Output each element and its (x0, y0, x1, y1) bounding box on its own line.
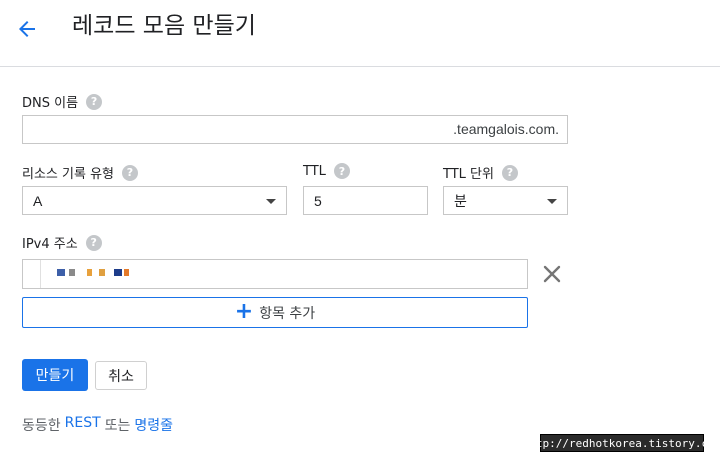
ttl-input[interactable]: 5 (303, 186, 428, 215)
record-type-label-text: 리소스 기록 유형 (22, 167, 114, 182)
redaction-mask (99, 269, 105, 276)
rest-link[interactable]: REST (65, 415, 101, 435)
ttl-unit-value: 분 (454, 192, 467, 209)
page-title: 레코드 모음 만들기 (72, 13, 256, 39)
help-icon[interactable]: ? (501, 164, 518, 181)
command-line-link[interactable]: 명령줄 (134, 415, 173, 435)
ttl-label: TTL ? (303, 163, 350, 179)
ipv4-input[interactable] (22, 259, 528, 289)
dropdown-caret-icon (547, 199, 557, 204)
equivalent-footer: 동등한 REST 또는 명령줄 (22, 415, 173, 435)
redaction-mask (87, 269, 92, 276)
arrow-back-icon (19, 21, 35, 37)
dns-name-label-text: DNS 이름 (22, 96, 79, 111)
record-type-label: 리소스 기록 유형 ? (22, 163, 138, 182)
back-button[interactable] (10, 12, 44, 46)
create-button[interactable]: 만들기 (22, 359, 88, 391)
ipv4-label-text: IPv4 주소 (22, 237, 78, 252)
dropdown-caret-icon (266, 199, 276, 204)
dns-name-suffix: .teamgalois.com. (453, 121, 559, 137)
footer-middle: 또는 (104, 418, 131, 434)
dns-name-input[interactable]: .teamgalois.com. (22, 115, 568, 144)
ipv4-input-edge (23, 260, 41, 288)
page-header: 레코드 모음 만들기 (0, 0, 720, 67)
help-icon[interactable]: ? (122, 164, 138, 181)
redaction-mask (69, 269, 75, 276)
watermark: http://redhotkorea.tistory.com (523, 434, 720, 452)
close-icon (543, 265, 561, 283)
redaction-mask (57, 269, 65, 276)
help-icon[interactable]: ? (86, 93, 103, 110)
redaction-mask (124, 269, 129, 276)
ttl-unit-select[interactable]: 분 (443, 186, 568, 215)
ttl-value: 5 (314, 192, 322, 209)
redaction-mask (114, 269, 122, 276)
record-type-value: A (33, 192, 43, 209)
ipv4-label: IPv4 주소 ? (22, 233, 102, 252)
footer-prefix: 동등한 (22, 418, 61, 434)
remove-item-button[interactable] (540, 262, 564, 286)
help-icon[interactable]: ? (85, 234, 102, 251)
add-item-label: 항목 추가 (259, 305, 316, 322)
ttl-unit-label: TTL 단위 ? (443, 163, 518, 182)
help-icon[interactable]: ? (333, 163, 350, 179)
ttl-unit-label-text: TTL 단위 (443, 167, 494, 182)
record-type-select[interactable]: A (22, 186, 287, 215)
ttl-label-text: TTL (303, 163, 326, 179)
plus-icon: + (234, 298, 254, 324)
cancel-button[interactable]: 취소 (95, 361, 147, 390)
dns-name-label: DNS 이름 ? (22, 92, 103, 111)
add-item-button[interactable]: + 항목 추가 (22, 297, 528, 328)
